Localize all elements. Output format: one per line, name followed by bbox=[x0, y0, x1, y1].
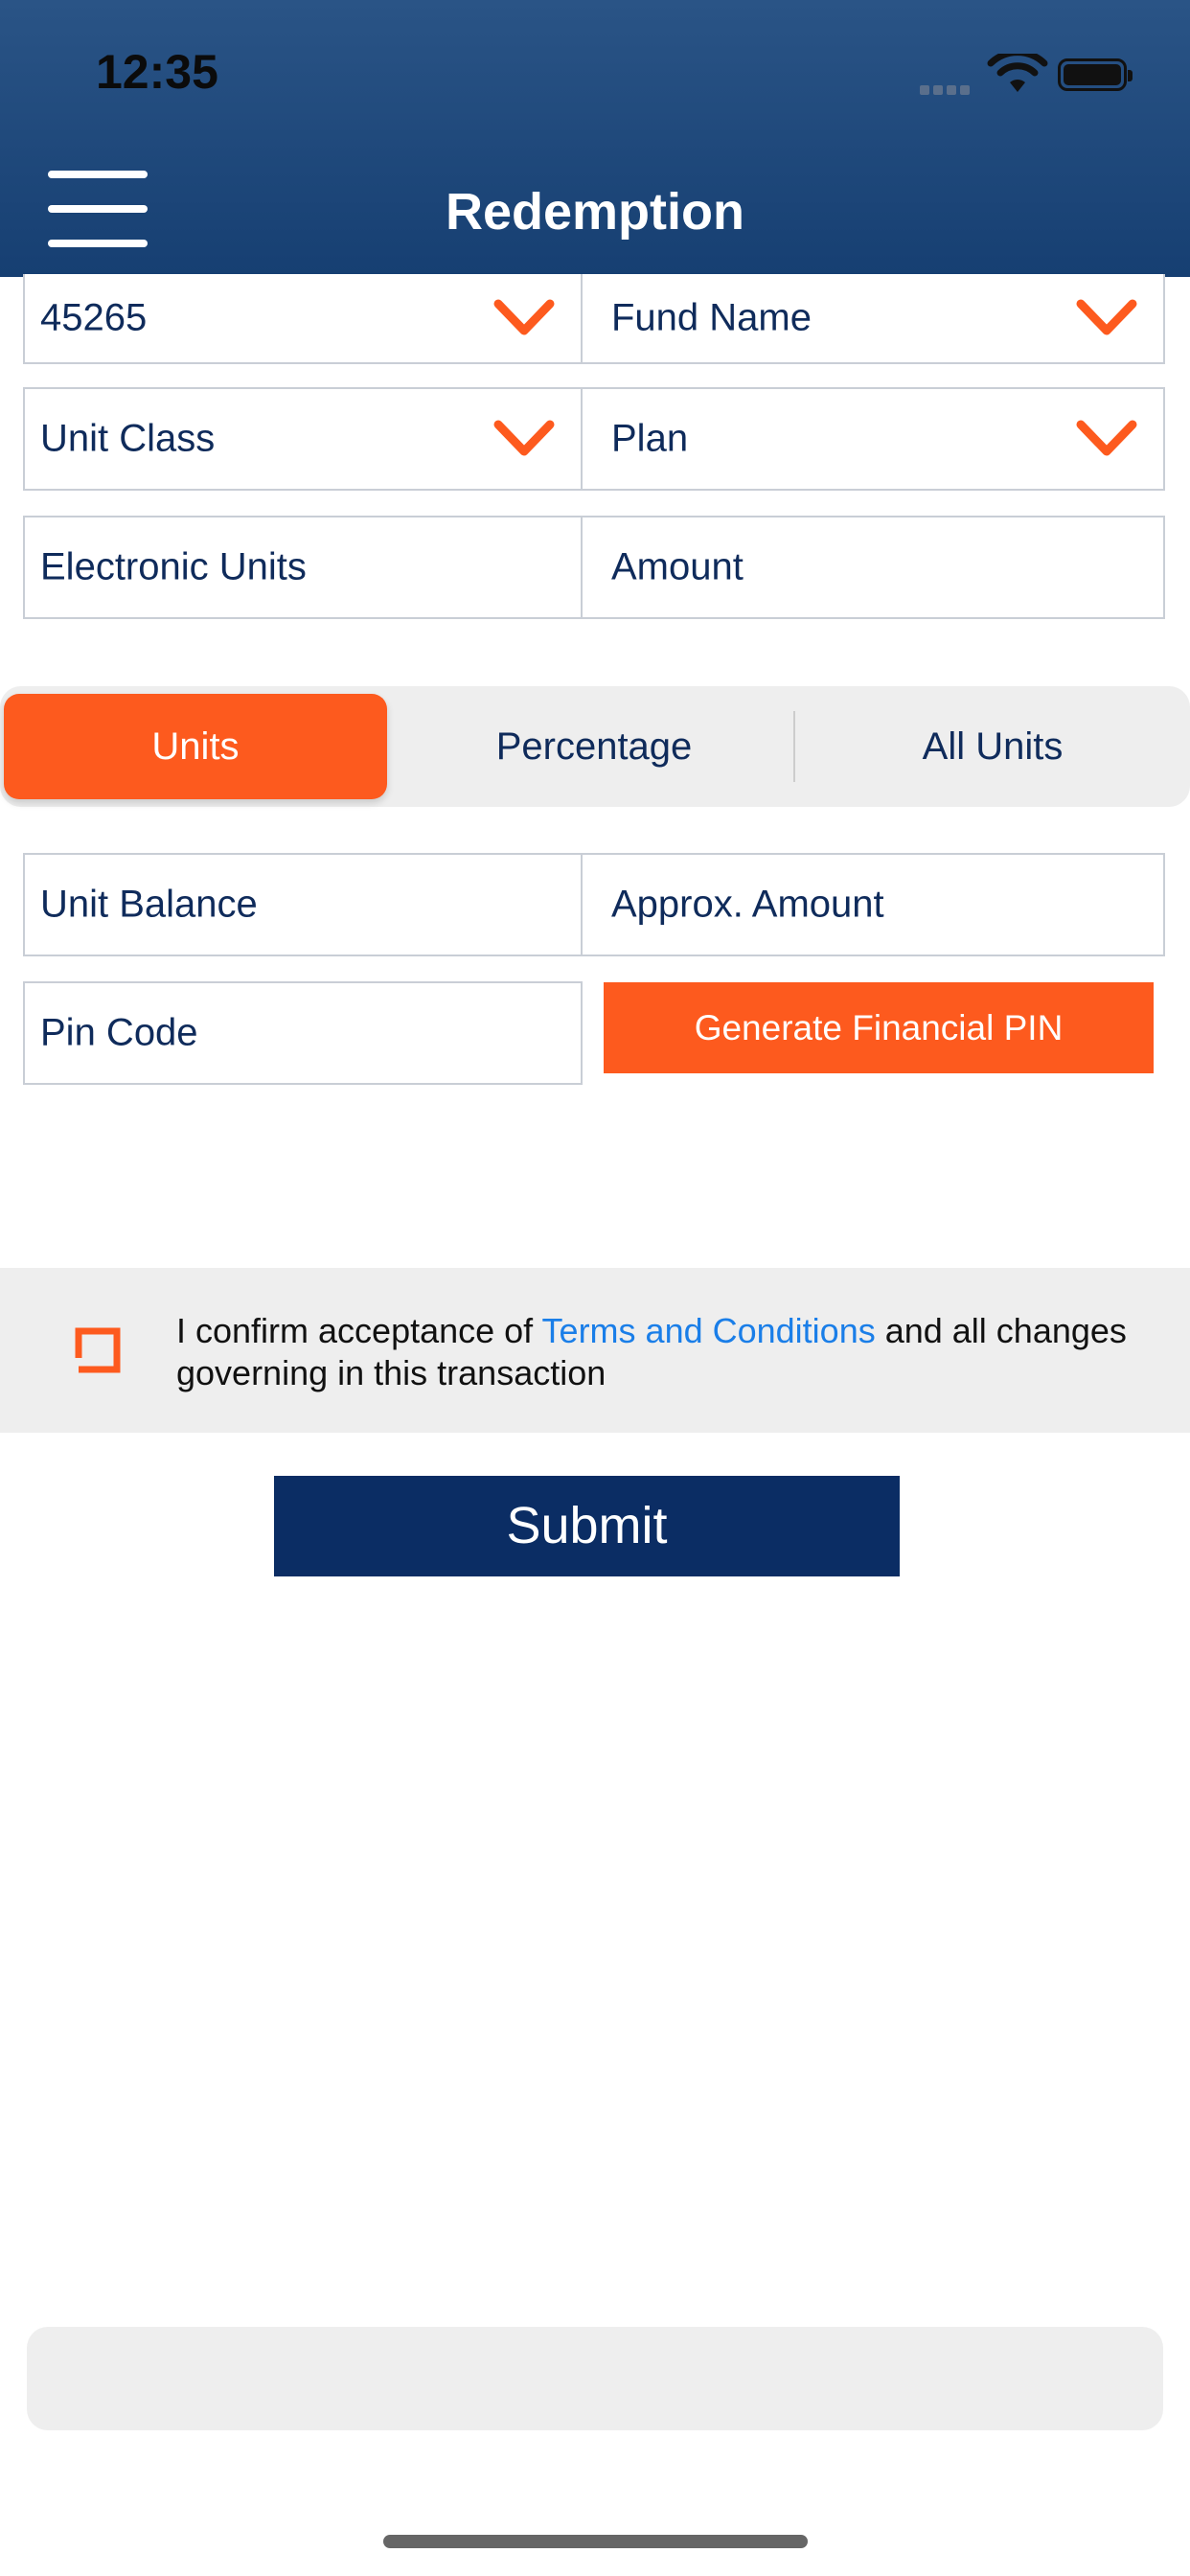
chevron-down-icon bbox=[1076, 420, 1137, 456]
unit-class-dropdown[interactable]: Unit Class bbox=[23, 387, 583, 491]
battery-icon bbox=[1058, 58, 1133, 91]
page-title: Redemption bbox=[445, 183, 744, 241]
unit-balance-label: Unit Balance bbox=[40, 883, 258, 926]
plan-dropdown[interactable]: Plan bbox=[581, 387, 1165, 491]
chevron-down-icon bbox=[1076, 299, 1137, 335]
folio-dropdown[interactable]: 45265 bbox=[23, 274, 583, 364]
segment-percentage[interactable]: Percentage bbox=[402, 694, 786, 799]
amount-input[interactable]: Amount bbox=[581, 516, 1165, 619]
amount-placeholder: Amount bbox=[611, 545, 744, 588]
terms-prefix: I confirm acceptance of bbox=[176, 1311, 542, 1350]
segment-all-units[interactable]: All Units bbox=[801, 694, 1184, 799]
terms-section: I confirm acceptance of Terms and Condit… bbox=[0, 1268, 1190, 1433]
wifi-icon bbox=[987, 54, 1048, 92]
pin-code-placeholder: Pin Code bbox=[40, 1011, 198, 1054]
unit-balance-field: Unit Balance bbox=[23, 853, 583, 956]
approx-amount-label: Approx. Amount bbox=[611, 883, 884, 926]
segment-divider bbox=[793, 711, 795, 782]
fund-name-dropdown[interactable]: Fund Name bbox=[581, 274, 1165, 364]
home-indicator[interactable] bbox=[383, 2535, 808, 2548]
generate-financial-pin-button[interactable]: Generate Financial PIN bbox=[604, 982, 1154, 1073]
redemption-type-segmented-control: Units Percentage All Units bbox=[0, 686, 1190, 807]
app-header: 12:35 Redemption bbox=[0, 0, 1190, 277]
terms-text: I confirm acceptance of Terms and Condit… bbox=[176, 1310, 1134, 1394]
terms-link[interactable]: Terms and Conditions bbox=[542, 1311, 876, 1350]
bottom-banner bbox=[27, 2327, 1163, 2430]
unit-class-label: Unit Class bbox=[40, 417, 216, 460]
segment-units[interactable]: Units bbox=[4, 694, 387, 799]
status-time: 12:35 bbox=[96, 45, 218, 99]
chevron-down-icon bbox=[493, 420, 555, 456]
electronic-units-placeholder: Electronic Units bbox=[40, 545, 307, 588]
folio-value: 45265 bbox=[40, 296, 148, 339]
chevron-down-icon bbox=[493, 299, 555, 335]
fund-name-label: Fund Name bbox=[611, 296, 812, 339]
cellular-signal-icon bbox=[920, 82, 975, 95]
plan-label: Plan bbox=[611, 417, 689, 460]
pin-code-input[interactable]: Pin Code bbox=[23, 981, 583, 1085]
electronic-units-input[interactable]: Electronic Units bbox=[23, 516, 583, 619]
submit-button[interactable]: Submit bbox=[274, 1476, 900, 1576]
approx-amount-field: Approx. Amount bbox=[581, 853, 1165, 956]
checkbox-unchecked-icon[interactable] bbox=[73, 1325, 123, 1375]
